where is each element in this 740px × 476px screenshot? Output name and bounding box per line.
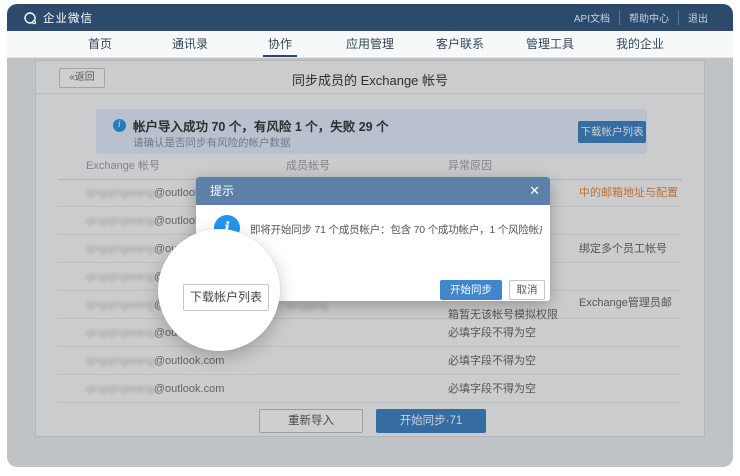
tab-app-management[interactable]: 应用管理 bbox=[325, 31, 415, 57]
logo-text: 企业微信 bbox=[43, 10, 93, 26]
tab-home[interactable]: 首页 bbox=[55, 31, 145, 57]
spotlight-download-account-list-button[interactable]: 下载帐户列表 bbox=[183, 284, 269, 311]
browser-card: 企业微信 API文档 帮助中心 退出 首页 通讯录 协作 应用管理 客户联系 管… bbox=[7, 4, 733, 467]
tab-admin-tools[interactable]: 管理工具 bbox=[505, 31, 595, 57]
tab-customer-contact[interactable]: 客户联系 bbox=[415, 31, 505, 57]
tab-contacts[interactable]: 通讯录 bbox=[145, 31, 235, 57]
app-root: 企业微信 API文档 帮助中心 退出 首页 通讯录 协作 应用管理 客户联系 管… bbox=[0, 0, 740, 476]
tab-collaboration[interactable]: 协作 bbox=[235, 31, 325, 57]
dialog-message: 即将开始同步 71 个成员帐户：包含 70 个成功帐户，1 个风险帐户， bbox=[250, 222, 542, 237]
dialog-header: 提示 ✕ bbox=[196, 177, 550, 205]
main-nav: 首页 通讯录 协作 应用管理 客户联系 管理工具 我的企业 bbox=[7, 31, 733, 58]
tab-collaboration-label: 协作 bbox=[268, 37, 292, 51]
wecom-logo: 企业微信 bbox=[23, 10, 93, 26]
topbar-links: API文档 帮助中心 退出 bbox=[565, 10, 717, 25]
tab-my-company[interactable]: 我的企业 bbox=[595, 31, 685, 57]
dialog-title: 提示 bbox=[210, 177, 234, 205]
api-docs-link[interactable]: API文档 bbox=[565, 10, 619, 25]
close-icon[interactable]: ✕ bbox=[529, 177, 540, 205]
wecom-logo-icon bbox=[23, 11, 37, 25]
logout-link[interactable]: 退出 bbox=[678, 10, 717, 25]
active-tab-underline bbox=[263, 55, 297, 57]
help-center-link[interactable]: 帮助中心 bbox=[619, 10, 678, 25]
dialog-cancel-button[interactable]: 取消 bbox=[509, 280, 545, 300]
dialog-start-sync-button[interactable]: 开始同步 bbox=[440, 280, 502, 300]
topbar: 企业微信 API文档 帮助中心 退出 bbox=[7, 4, 733, 31]
